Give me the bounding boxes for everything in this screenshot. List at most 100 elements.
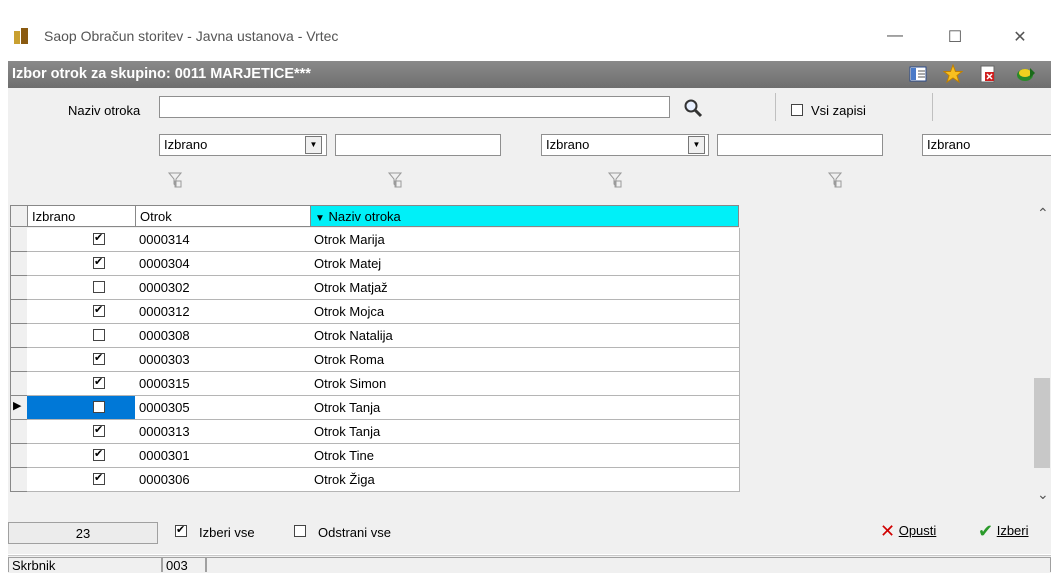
row-checkbox[interactable] xyxy=(93,257,105,269)
exit-icon[interactable] xyxy=(1016,64,1036,84)
row-indicator[interactable] xyxy=(10,252,28,276)
cell-child-name[interactable]: Otrok Žiga xyxy=(310,468,740,492)
row-indicator[interactable] xyxy=(10,348,28,372)
cell-child-name[interactable]: Otrok Roma xyxy=(310,348,740,372)
remove-all-label[interactable]: Odstrani vse xyxy=(318,525,391,540)
cell-child-code[interactable]: 0000304 xyxy=(135,252,311,276)
column-header-selected[interactable]: Izbrano xyxy=(27,205,136,227)
minimize-button[interactable]: — xyxy=(880,27,910,45)
row-checkbox[interactable] xyxy=(93,473,105,485)
row-indicator[interactable] xyxy=(10,468,28,492)
cell-child-name[interactable]: Otrok Mojca xyxy=(310,300,740,324)
row-checkbox[interactable] xyxy=(93,329,105,341)
cell-selected[interactable] xyxy=(27,372,136,396)
cell-child-code[interactable]: 0000303 xyxy=(135,348,311,372)
filter-select-2[interactable]: Izbrano xyxy=(541,134,709,156)
confirm-button-label: Izberi xyxy=(996,523,1029,538)
cell-child-name[interactable]: Otrok Tanja xyxy=(310,420,740,444)
filter-text-1[interactable] xyxy=(335,134,501,156)
scroll-up-icon[interactable]: ⌃ xyxy=(1037,205,1049,222)
confirm-button[interactable]: ✔ Izberi xyxy=(978,521,1029,542)
filter-icon[interactable] xyxy=(608,172,622,188)
cell-child-code[interactable]: 0000306 xyxy=(135,468,311,492)
table-row[interactable]: 0000308 Otrok Natalija xyxy=(10,324,740,348)
filter-icon[interactable] xyxy=(168,172,182,188)
star-icon[interactable] xyxy=(943,64,963,84)
table-row[interactable]: 0000304Otrok Matej xyxy=(10,252,740,276)
cell-child-code[interactable]: 0000301 xyxy=(135,444,311,468)
cell-child-name[interactable]: Otrok Tine xyxy=(310,444,740,468)
cell-child-code[interactable]: 0000302 xyxy=(135,276,311,300)
cell-child-name[interactable]: Otrok Matjaž xyxy=(310,276,740,300)
filter-select-3[interactable]: Izbrano xyxy=(922,134,1051,156)
row-checkbox[interactable] xyxy=(93,425,105,437)
cell-child-name[interactable]: Otrok Simon xyxy=(310,372,740,396)
table-row[interactable]: 0000302 Otrok Matjaž xyxy=(10,276,740,300)
row-indicator[interactable] xyxy=(10,372,28,396)
cell-child-code[interactable]: 0000315 xyxy=(135,372,311,396)
select-all-label[interactable]: Izberi vse xyxy=(199,525,255,540)
cell-selected[interactable] xyxy=(27,420,136,444)
filter-icon[interactable] xyxy=(828,172,842,188)
table-row[interactable]: 0000303Otrok Roma xyxy=(10,348,740,372)
maximize-button[interactable]: ☐ xyxy=(940,27,970,47)
remove-all-checkbox[interactable] xyxy=(294,525,306,537)
row-indicator[interactable] xyxy=(10,324,28,348)
scroll-down-icon[interactable]: ⌄ xyxy=(1037,486,1049,503)
column-header-child[interactable]: Otrok xyxy=(135,205,311,227)
row-indicator[interactable] xyxy=(10,300,28,324)
cell-selected[interactable] xyxy=(27,300,136,324)
table-row[interactable]: 0000315Otrok Simon xyxy=(10,372,740,396)
cell-selected[interactable] xyxy=(27,276,136,300)
cancel-button[interactable]: ✕ Opusti xyxy=(880,521,936,542)
cell-child-name[interactable]: Otrok Marija xyxy=(310,228,740,252)
cell-selected[interactable] xyxy=(27,324,136,348)
row-indicator[interactable] xyxy=(10,420,28,444)
row-checkbox[interactable] xyxy=(93,449,105,461)
table-row[interactable]: ▶ 0000305 Otrok Tanja xyxy=(10,396,740,420)
select-all-checkbox[interactable] xyxy=(175,525,187,537)
chevron-down-icon[interactable]: ▼ xyxy=(688,136,705,154)
table-row[interactable]: 0000314Otrok Marija xyxy=(10,228,740,252)
close-button[interactable]: ✕ xyxy=(1005,27,1035,47)
row-indicator[interactable]: ▶ xyxy=(10,396,28,420)
column-header-name[interactable]: ▼ Naziv otroka xyxy=(310,205,739,227)
cell-selected[interactable] xyxy=(27,348,136,372)
row-checkbox[interactable] xyxy=(93,377,105,389)
cell-selected[interactable] xyxy=(27,444,136,468)
table-row[interactable]: 0000313Otrok Tanja xyxy=(10,420,740,444)
cell-child-name[interactable]: Otrok Matej xyxy=(310,252,740,276)
table-row[interactable]: 0000306Otrok Žiga xyxy=(10,468,740,492)
row-checkbox[interactable] xyxy=(93,281,105,293)
cell-child-name[interactable]: Otrok Tanja xyxy=(310,396,740,420)
cell-selected[interactable] xyxy=(27,228,136,252)
name-filter-input[interactable] xyxy=(159,96,670,118)
table-row[interactable]: 0000301Otrok Tine xyxy=(10,444,740,468)
search-icon[interactable] xyxy=(683,98,703,118)
row-checkbox[interactable] xyxy=(93,305,105,317)
columns-icon[interactable] xyxy=(908,64,928,84)
row-checkbox[interactable] xyxy=(93,401,105,413)
scrollbar-thumb[interactable] xyxy=(1034,378,1050,468)
filter-select-1[interactable]: Izbrano xyxy=(159,134,327,156)
cell-child-code[interactable]: 0000308 xyxy=(135,324,311,348)
cell-child-name[interactable]: Otrok Natalija xyxy=(310,324,740,348)
filter-icon[interactable] xyxy=(388,172,402,188)
row-indicator[interactable] xyxy=(10,276,28,300)
close-document-icon[interactable] xyxy=(978,64,998,84)
chevron-down-icon[interactable]: ▼ xyxy=(305,136,322,154)
filter-text-2[interactable] xyxy=(717,134,883,156)
cell-child-code[interactable]: 0000312 xyxy=(135,300,311,324)
cell-selected[interactable] xyxy=(27,252,136,276)
row-checkbox[interactable] xyxy=(93,233,105,245)
row-indicator[interactable] xyxy=(10,228,28,252)
table-row[interactable]: 0000312Otrok Mojca xyxy=(10,300,740,324)
cell-child-code[interactable]: 0000305 xyxy=(135,396,311,420)
row-indicator[interactable] xyxy=(10,444,28,468)
cell-child-code[interactable]: 0000313 xyxy=(135,420,311,444)
row-checkbox[interactable] xyxy=(93,353,105,365)
cell-child-code[interactable]: 0000314 xyxy=(135,228,311,252)
all-records-checkbox[interactable] xyxy=(791,104,803,116)
cell-selected[interactable] xyxy=(27,468,136,492)
cell-selected[interactable] xyxy=(27,396,136,420)
